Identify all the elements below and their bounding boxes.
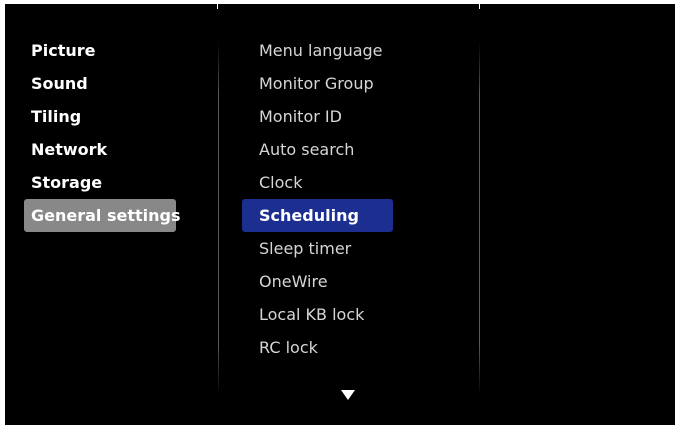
column-marker	[479, 4, 480, 9]
main-menu: Picture Sound Tiling Network Storage Gen…	[24, 34, 181, 232]
column-divider	[479, 42, 480, 396]
sub-menu-item-rc-lock[interactable]: RC lock	[242, 331, 393, 364]
sub-menu-item-monitor-group[interactable]: Monitor Group	[242, 67, 393, 100]
osd-menu-panel: Picture Sound Tiling Network Storage Gen…	[5, 4, 675, 425]
column-marker	[217, 4, 218, 9]
sub-menu-item-local-kb-lock[interactable]: Local KB lock	[242, 298, 393, 331]
sub-menu-item-auto-search[interactable]: Auto search	[242, 133, 393, 166]
down-triangle-icon[interactable]	[341, 390, 355, 400]
sub-menu: Menu language Monitor Group Monitor ID A…	[242, 34, 393, 364]
main-menu-item-storage[interactable]: Storage	[24, 166, 176, 199]
column-divider	[218, 42, 219, 396]
sub-menu-item-clock[interactable]: Clock	[242, 166, 393, 199]
main-menu-item-sound[interactable]: Sound	[24, 67, 176, 100]
main-menu-item-general-settings[interactable]: General settings	[24, 199, 181, 232]
sub-menu-item-scheduling[interactable]: Scheduling	[242, 199, 393, 232]
sub-menu-item-onewire[interactable]: OneWire	[242, 265, 393, 298]
main-menu-item-tiling[interactable]: Tiling	[24, 100, 176, 133]
main-menu-item-picture[interactable]: Picture	[24, 34, 176, 67]
sub-menu-item-sleep-timer[interactable]: Sleep timer	[242, 232, 393, 265]
sub-menu-item-menu-language[interactable]: Menu language	[242, 34, 393, 67]
sub-menu-item-monitor-id[interactable]: Monitor ID	[242, 100, 393, 133]
main-menu-item-network[interactable]: Network	[24, 133, 176, 166]
